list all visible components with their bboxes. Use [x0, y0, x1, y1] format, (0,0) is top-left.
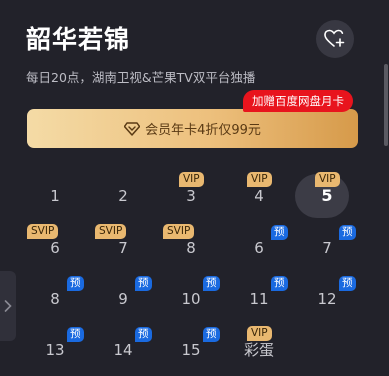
- episode-number: 2: [118, 187, 128, 205]
- episode-item[interactable]: 彩蛋 VIP: [227, 326, 291, 370]
- episode-item[interactable]: 11 预: [227, 276, 291, 319]
- svip-badge: SVIP: [27, 224, 59, 239]
- episode-item[interactable]: 8 SVIP: [159, 224, 223, 268]
- episode-item[interactable]: 5 VIP: [295, 172, 359, 218]
- preview-badge: 预: [339, 225, 356, 240]
- preview-badge: 预: [67, 327, 84, 342]
- episode-item[interactable]: 10 预: [159, 276, 223, 319]
- episode-grid: 1 2 3 VIP 4 VIP 5 VIP 6 SVIP 7 SVIP 8 SVIP 6 预 7 预 8 预 9 预 10 预…: [0, 0, 389, 376]
- episode-item[interactable]: 2: [91, 176, 155, 216]
- episode-item[interactable]: 12 预: [295, 276, 359, 319]
- vip-badge: VIP: [315, 172, 340, 187]
- preview-badge: 预: [271, 225, 288, 240]
- episode-item[interactable]: 6 SVIP: [23, 224, 87, 268]
- vip-badge: VIP: [179, 172, 204, 187]
- preview-badge: 预: [339, 276, 356, 291]
- preview-badge: 预: [203, 327, 220, 342]
- vip-badge: VIP: [247, 172, 272, 187]
- episode-item[interactable]: 8预: [23, 276, 87, 319]
- preview-badge: 预: [135, 276, 152, 291]
- preview-badge: 预: [67, 276, 84, 291]
- episode-item[interactable]: 13 预: [23, 327, 87, 370]
- vip-badge: VIP: [247, 326, 272, 341]
- episode-item[interactable]: 14 预: [91, 327, 155, 370]
- episode-item[interactable]: 15 预: [159, 327, 223, 370]
- episode-number: 1: [50, 187, 60, 205]
- episode-item[interactable]: 1: [23, 176, 87, 216]
- svip-badge: SVIP: [95, 224, 127, 239]
- svip-badge: SVIP: [163, 224, 195, 239]
- preview-badge: 预: [135, 327, 152, 342]
- episode-item[interactable]: 7预: [295, 225, 359, 268]
- episode-item[interactable]: 7 SVIP: [91, 224, 155, 268]
- episode-item[interactable]: 4 VIP: [227, 172, 291, 216]
- preview-badge: 预: [203, 276, 220, 291]
- episode-item[interactable]: 3 VIP: [159, 172, 223, 216]
- episode-item[interactable]: 9预: [91, 276, 155, 319]
- episode-item[interactable]: 6预: [227, 225, 291, 268]
- preview-badge: 预: [271, 276, 288, 291]
